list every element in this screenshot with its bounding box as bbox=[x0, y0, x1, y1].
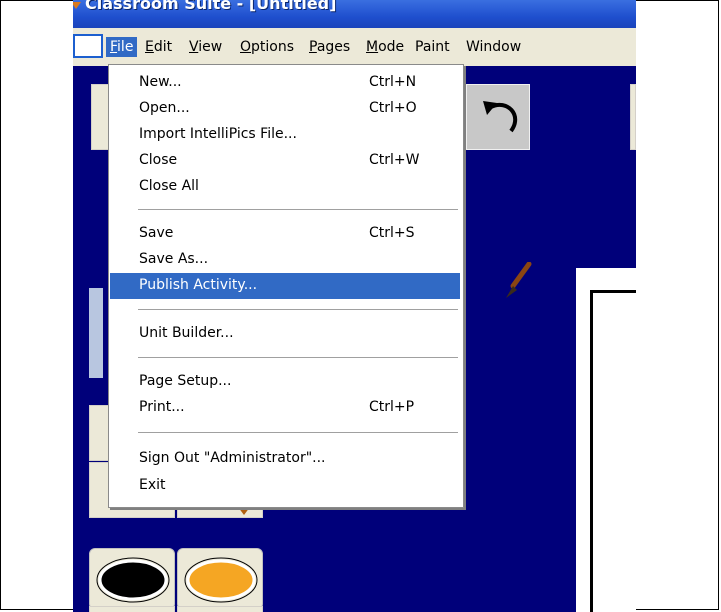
menu-item-close-all[interactable]: Close All bbox=[110, 174, 460, 200]
menu-item-label: Exit bbox=[139, 477, 166, 493]
menu-mode[interactable]: Mode bbox=[366, 39, 404, 55]
menu-item-label: Publish Activity... bbox=[139, 277, 258, 293]
menu-separator bbox=[138, 209, 458, 210]
menu-item-shortcut: Ctrl+O bbox=[369, 100, 417, 116]
menu-item-label: Close All bbox=[139, 178, 199, 194]
menu-item-unit-builder[interactable]: Unit Builder... bbox=[110, 321, 460, 347]
menu-item-label: Import IntelliPics File... bbox=[139, 126, 297, 142]
window-title: Classroom Suite - [Untitled] bbox=[85, 0, 337, 13]
menu-view[interactable]: View bbox=[189, 39, 222, 55]
menu-item-shortcut: Ctrl+N bbox=[369, 74, 417, 90]
menu-options[interactable]: Options bbox=[240, 39, 294, 55]
menu-file[interactable]: File bbox=[106, 37, 138, 57]
menu-paint[interactable]: Paint bbox=[415, 39, 450, 55]
black-oval-icon bbox=[96, 557, 170, 603]
menu-item-label: Open... bbox=[139, 100, 190, 116]
menu-item-save[interactable]: Save Ctrl+S bbox=[110, 221, 460, 247]
canvas-border bbox=[590, 290, 593, 612]
tool-button[interactable] bbox=[89, 606, 175, 612]
menu-pages[interactable]: Pages bbox=[309, 39, 350, 55]
orange-oval-icon bbox=[184, 557, 258, 603]
menu-window[interactable]: Window bbox=[466, 39, 521, 55]
menu-item-close[interactable]: Close Ctrl+W bbox=[110, 148, 460, 174]
menu-item-save-as[interactable]: Save As... bbox=[110, 247, 460, 273]
menu-item-label: Sign Out "Administrator"... bbox=[139, 450, 326, 466]
menu-edit[interactable]: Edit bbox=[145, 39, 172, 55]
menu-item-publish-activity[interactable]: Publish Activity... bbox=[110, 273, 460, 299]
menu-item-label: Save As... bbox=[139, 251, 209, 267]
menu-separator bbox=[138, 357, 458, 358]
undo-button[interactable] bbox=[466, 84, 530, 150]
left-panel-strip bbox=[89, 288, 103, 378]
black-color-button[interactable] bbox=[89, 548, 175, 610]
menu-item-shortcut: Ctrl+W bbox=[369, 152, 420, 168]
orange-color-button[interactable] bbox=[177, 548, 263, 610]
title-bar[interactable]: Classroom Suite - [Untitled] bbox=[73, 0, 636, 28]
file-menu-dropdown: New... Ctrl+N Open... Ctrl+O Import Inte… bbox=[108, 64, 464, 508]
menu-item-shortcut: Ctrl+S bbox=[369, 225, 415, 241]
tool-button[interactable] bbox=[177, 606, 263, 612]
menu-item-label: New... bbox=[139, 74, 182, 90]
menu-separator bbox=[138, 432, 458, 433]
menu-item-label: Page Setup... bbox=[139, 373, 232, 389]
menu-item-sign-out[interactable]: Sign Out "Administrator"... bbox=[110, 446, 460, 472]
menu-item-import-intellipics[interactable]: Import IntelliPics File... bbox=[110, 122, 460, 148]
toolbar-button-right[interactable] bbox=[630, 84, 636, 150]
menu-item-exit[interactable]: Exit bbox=[110, 473, 460, 499]
menu-item-print[interactable]: Print... Ctrl+P bbox=[110, 395, 460, 421]
menu-item-label: Close bbox=[139, 152, 178, 168]
menu-bar: File Edit View Options Pages Mode Paint … bbox=[73, 28, 636, 66]
menu-item-label: Save bbox=[139, 225, 174, 241]
menu-separator bbox=[138, 309, 458, 310]
menu-item-new[interactable]: New... Ctrl+N bbox=[110, 70, 460, 96]
menu-item-open[interactable]: Open... Ctrl+O bbox=[110, 96, 460, 122]
paintbrush-icon bbox=[506, 262, 532, 298]
app-menu-icon[interactable] bbox=[73, 2, 81, 9]
canvas-border bbox=[592, 290, 636, 293]
menu-item-shortcut: Ctrl+P bbox=[369, 399, 415, 415]
drawing-canvas[interactable] bbox=[576, 268, 636, 612]
menu-item-page-setup[interactable]: Page Setup... bbox=[110, 369, 460, 395]
document-icon[interactable] bbox=[73, 34, 103, 58]
undo-icon bbox=[483, 101, 518, 133]
menu-item-label: Print... bbox=[139, 399, 185, 415]
menu-item-label: Unit Builder... bbox=[139, 325, 234, 341]
